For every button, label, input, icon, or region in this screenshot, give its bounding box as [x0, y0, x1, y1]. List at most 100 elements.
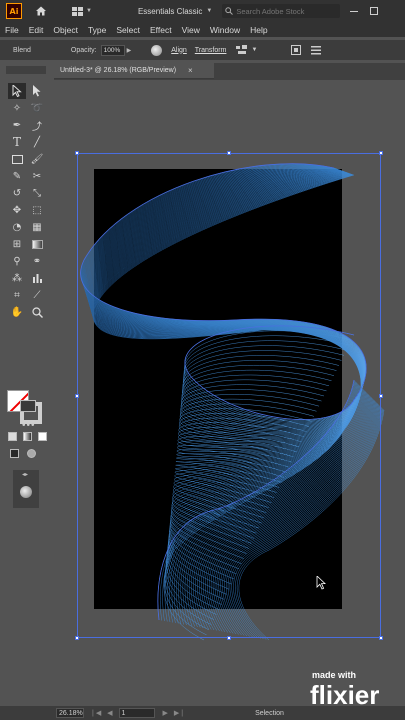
shape-builder-tool-icon[interactable]: ◔	[8, 219, 26, 235]
control-bar: Blend Opacity: 100% ▶ Align Transform ▼	[0, 40, 405, 60]
collapsed-panel[interactable]: ◂▸	[13, 470, 39, 508]
pen-tool-icon[interactable]: ✒	[8, 117, 26, 133]
transform-link[interactable]: Transform	[195, 47, 227, 54]
document-tab[interactable]: Untitled-3* @ 26.18% (RGB/Preview) ×	[54, 63, 214, 79]
handle-top-right[interactable]	[379, 151, 383, 155]
menu-view[interactable]: View	[177, 25, 205, 35]
distribute-icon[interactable]	[236, 45, 248, 55]
menu-window[interactable]: Window	[205, 25, 245, 35]
mouse-cursor-icon	[316, 575, 327, 595]
hand-tool-icon[interactable]: ✋	[8, 304, 26, 320]
handle-top-left[interactable]	[75, 151, 79, 155]
color-mode-icon[interactable]	[8, 432, 17, 441]
column-graph-tool-icon[interactable]	[28, 270, 46, 286]
isolate-icon[interactable]	[290, 45, 302, 55]
menu-type[interactable]: Type	[83, 25, 111, 35]
home-icon[interactable]	[34, 4, 48, 18]
menu-object[interactable]: Object	[48, 25, 83, 35]
chevron-down-icon: ▼	[206, 8, 213, 14]
perspective-grid-tool-icon[interactable]: ▦	[28, 219, 46, 235]
pencil-tool-icon[interactable]: ✎	[8, 168, 26, 184]
edit-toolbar-icon[interactable]: •••	[22, 420, 36, 431]
tools-panel-header[interactable]	[6, 66, 46, 74]
app-logo: Ai	[6, 3, 22, 19]
artboard-tool-icon[interactable]: ⌗	[8, 287, 26, 303]
opacity-label[interactable]: Opacity:	[71, 47, 97, 54]
search-input[interactable]	[236, 6, 327, 16]
draw-behind-icon[interactable]	[27, 449, 36, 458]
menu-bar: File Edit Object Type Select Effect View…	[0, 22, 405, 37]
handle-middle-right[interactable]	[379, 394, 383, 398]
lasso-tool-icon[interactable]: ➰	[28, 100, 46, 116]
handle-bottom-right[interactable]	[379, 636, 383, 640]
stock-search[interactable]	[222, 4, 341, 18]
watermark-logo: flixier	[310, 680, 380, 710]
maximize-button[interactable]	[370, 7, 379, 15]
opacity-dropdown-icon[interactable]: ▶	[127, 47, 132, 54]
collapse-chevron-icon[interactable]: ◂▸	[22, 471, 28, 478]
document-tab-title: Untitled-3* @ 26.18% (RGB/Preview)	[60, 67, 177, 74]
chevron-down-icon: ▼	[86, 8, 92, 14]
handle-middle-left[interactable]	[75, 394, 79, 398]
tool-grid: ✧ ➰ ✒ ⤴ T ╱ 🖌 ✎ ✂ ↺ ⤡ ✥ ⬚ ◔ ▦ ⊞ ⚲ ⚭ ⁂ ⌗ …	[8, 83, 48, 320]
selection-tool-icon[interactable]	[8, 83, 26, 99]
tools-panel: ✧ ➰ ✒ ⤴ T ╱ 🖌 ✎ ✂ ↺ ⤡ ✥ ⬚ ◔ ▦ ⊞ ⚲ ⚭ ⁂ ⌗ …	[0, 66, 50, 706]
puppet-warp-tool-icon[interactable]: ✥	[8, 202, 26, 218]
menu-file[interactable]: File	[0, 25, 24, 35]
watermark-tagline: made with	[312, 670, 357, 680]
align-link[interactable]: Align	[171, 47, 187, 54]
title-bar: Ai ▼ Essentials Classic ▼	[0, 0, 405, 22]
workspace-switcher[interactable]: Essentials Classic ▼	[138, 7, 212, 16]
artboard-prev-nav[interactable]: |◀ ◀	[92, 709, 115, 717]
illustrator-window: Ai ▼ Essentials Classic ▼ File Edit Obje…	[0, 0, 405, 720]
zoom-field[interactable]: 26.18%	[56, 708, 84, 718]
menu-edit[interactable]: Edit	[24, 25, 49, 35]
handle-top-center[interactable]	[227, 151, 231, 155]
slice-tool-icon[interactable]: ⟋	[28, 287, 46, 303]
free-transform-tool-icon[interactable]: ⬚	[28, 202, 46, 218]
menu-help[interactable]: Help	[245, 25, 272, 35]
none-mode-icon[interactable]	[38, 432, 47, 441]
handle-bottom-center[interactable]	[227, 636, 231, 640]
close-icon[interactable]: ×	[188, 66, 193, 75]
search-icon	[225, 7, 234, 15]
type-tool-icon[interactable]: T	[8, 134, 26, 150]
opacity-input[interactable]: 100%	[100, 44, 125, 56]
flixier-watermark: made with flixier	[310, 670, 400, 714]
recolor-artwork-icon[interactable]	[151, 44, 163, 56]
curvature-tool-icon[interactable]: ⤴	[28, 117, 46, 133]
blend-tool-icon[interactable]: ⚭	[28, 253, 46, 269]
change-screen-mode-icon[interactable]	[20, 400, 36, 412]
artboard-number-field[interactable]: 1	[118, 708, 155, 718]
scissors-tool-icon[interactable]: ✂	[28, 168, 46, 184]
screen-mode-row	[10, 449, 36, 458]
current-tool-label[interactable]: Selection	[255, 710, 284, 717]
selection-type-label: Blend	[13, 46, 31, 54]
eyedropper-tool-icon[interactable]: ⚲	[8, 253, 26, 269]
selection-bounding-box[interactable]	[75, 151, 383, 640]
magic-wand-tool-icon[interactable]: ✧	[8, 100, 26, 116]
gradient-mode-icon[interactable]	[23, 432, 32, 441]
color-mode-row	[8, 432, 47, 441]
zoom-tool-icon[interactable]	[28, 304, 46, 320]
arrange-documents-icon[interactable]: ▼	[72, 6, 92, 16]
draw-normal-icon[interactable]	[10, 449, 19, 458]
direct-selection-tool-icon[interactable]	[28, 83, 46, 99]
symbol-sprayer-tool-icon[interactable]: ⁂	[8, 270, 26, 286]
scale-tool-icon[interactable]: ⤡	[28, 185, 46, 201]
chevron-down-icon[interactable]: ▼	[248, 45, 260, 55]
rotate-tool-icon[interactable]: ↺	[8, 185, 26, 201]
gradient-tool-icon[interactable]	[28, 236, 46, 252]
mesh-tool-icon[interactable]: ⊞	[8, 236, 26, 252]
canvas[interactable]	[54, 80, 405, 705]
paintbrush-tool-icon[interactable]: 🖌	[28, 151, 46, 167]
menu-select[interactable]: Select	[111, 25, 145, 35]
appearance-icon[interactable]	[20, 486, 32, 498]
menu-effect[interactable]: Effect	[145, 25, 177, 35]
minimize-button[interactable]	[350, 10, 359, 12]
artboard-next-nav[interactable]: ▶ ▶|	[163, 709, 186, 717]
handle-bottom-left[interactable]	[75, 636, 79, 640]
panel-menu-icon[interactable]	[310, 45, 322, 55]
rectangle-tool-icon[interactable]	[8, 151, 26, 167]
line-segment-tool-icon[interactable]: ╱	[28, 134, 46, 150]
